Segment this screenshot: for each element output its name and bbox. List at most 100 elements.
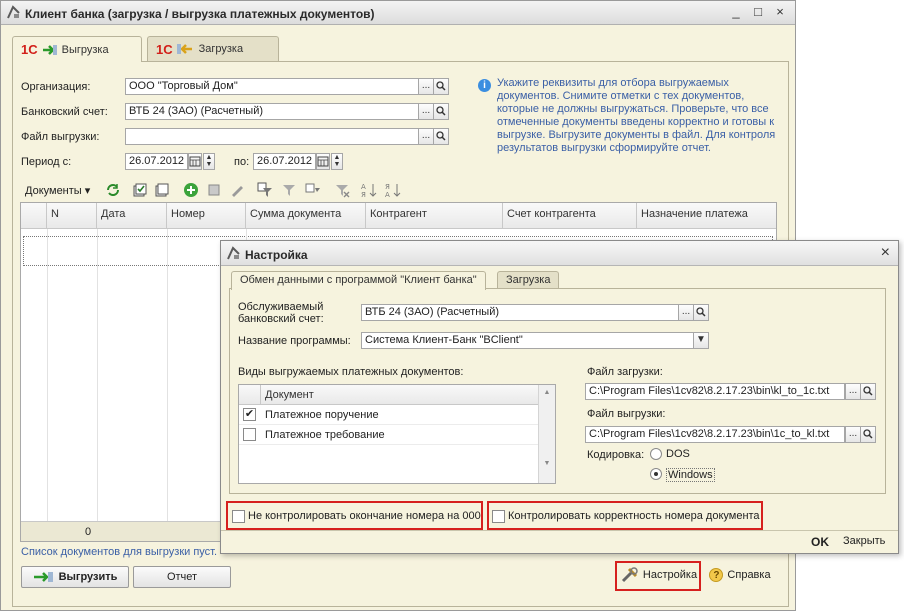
table-row[interactable]: Платежное требование [239, 425, 538, 445]
bank-account-label: Банковский счет: [21, 106, 108, 118]
served-account-label-1: Обслуживаемый [238, 301, 324, 313]
export-file-field[interactable] [125, 128, 419, 145]
table-row[interactable]: ✔ Платежное поручение [239, 405, 538, 425]
dialog-export-file-search-icon[interactable] [860, 426, 876, 443]
refresh-icon[interactable] [105, 182, 121, 198]
period-from-label: Период с: [21, 156, 72, 168]
logo-1c-icon: 1С [156, 41, 173, 57]
check-end-number-label: Не контролировать окончание номера на 00… [248, 510, 481, 522]
export-file-search-icon[interactable] [433, 128, 449, 145]
bank-account-select-button[interactable]: ... [418, 103, 434, 120]
sort-descending-icon[interactable]: ЯA [385, 182, 401, 198]
import-file-label: Файл загрузки: [587, 366, 663, 378]
dialog-export-file-field[interactable]: C:\Program Files\1cv82\8.2.17.23\bin\1c_… [585, 426, 845, 443]
doc-types-table[interactable]: Документ ▲ ▼ ✔ Платежное поручение Плате… [238, 384, 556, 484]
encoding-dos-label: DOS [666, 448, 690, 460]
column-header-counterparty-account[interactable]: Счет контрагента [503, 203, 637, 229]
doc-types-header-check [239, 385, 261, 405]
settings-highlight [615, 561, 701, 591]
calendar-icon[interactable] [316, 153, 330, 170]
column-header-purpose[interactable]: Назначение платежа [637, 203, 776, 229]
edit-icon[interactable] [229, 182, 245, 198]
dialog-title: Настройка [245, 248, 308, 262]
tab-export[interactable]: 1С Выгрузка [12, 36, 142, 62]
column-header-number[interactable]: N [47, 203, 97, 229]
svg-text:Я: Я [361, 191, 366, 198]
dialog-divider [221, 530, 898, 531]
organization-search-icon[interactable] [433, 78, 449, 95]
column-header-doc-number[interactable]: Номер [167, 203, 246, 229]
organization-field[interactable]: ООО "Торговый Дом" [125, 78, 419, 95]
filter-icon[interactable] [257, 182, 273, 198]
column-divider [167, 229, 168, 541]
check-end-number-checkbox[interactable] [232, 510, 245, 523]
column-header-check[interactable] [21, 203, 47, 229]
column-header-amount[interactable]: Сумма документа [246, 203, 366, 229]
import-file-select-button[interactable]: ... [845, 383, 861, 400]
organization-select-button[interactable]: ... [418, 78, 434, 95]
svg-text:A: A [361, 183, 366, 191]
app-icon [7, 5, 20, 19]
column-header-date[interactable]: Дата [97, 203, 167, 229]
doc-type-checkbox[interactable]: ✔ [243, 408, 256, 421]
doc-types-header-document[interactable]: Документ [261, 385, 538, 405]
sort-ascending-icon[interactable]: AЯ [361, 182, 377, 198]
tab-import[interactable]: 1С Загрузка [147, 36, 279, 61]
bank-account-search-icon[interactable] [433, 103, 449, 120]
import-file-search-icon[interactable] [860, 383, 876, 400]
chevron-down-icon: ▾ [84, 185, 91, 197]
uncheck-all-icon[interactable] [154, 182, 170, 198]
dialog-title-bar: Настройка × [221, 241, 898, 266]
doc-types-scrollbar[interactable]: ▲ ▼ [538, 385, 555, 483]
close-button[interactable]: × [773, 4, 787, 20]
filter-list-icon[interactable] [305, 182, 321, 198]
period-to-field[interactable]: 26.07.2012 [253, 153, 316, 170]
filter-value-icon[interactable] [281, 182, 297, 198]
calendar-icon[interactable] [188, 153, 202, 170]
period-from-field[interactable]: 26.07.2012 [125, 153, 188, 170]
period-to-label: по: [234, 156, 250, 168]
settings-dialog: Настройка × Обмен данными с программой "… [220, 240, 899, 554]
doc-type-checkbox[interactable] [243, 428, 256, 441]
add-icon[interactable] [183, 182, 199, 198]
report-button[interactable]: Отчет [133, 566, 231, 588]
column-header-counterparty[interactable]: Контрагент [366, 203, 503, 229]
organization-label: Организация: [21, 81, 91, 93]
chevron-down-icon[interactable]: ▼ [693, 332, 709, 349]
export-arrow-icon [42, 44, 57, 55]
maximize-button[interactable]: □ [751, 4, 765, 20]
footer-count: 0 [85, 526, 92, 538]
export-button[interactable]: Выгрузить [21, 566, 129, 588]
check-number-label: Контролировать корректность номера докум… [508, 510, 760, 522]
copy-icon[interactable] [206, 182, 222, 198]
period-to-spinner[interactable]: ▲ ▼ [331, 153, 343, 170]
minimize-button[interactable]: _ [729, 4, 743, 20]
served-account-select-button[interactable]: ... [678, 304, 694, 321]
help-button[interactable]: ? Справка [705, 564, 775, 586]
program-name-label: Название программы: [238, 335, 351, 347]
encoding-dos-radio[interactable] [650, 448, 662, 460]
info-icon: i [478, 79, 491, 92]
check-all-icon[interactable] [132, 182, 148, 198]
dialog-export-file-select-button[interactable]: ... [845, 426, 861, 443]
dialog-close-text-button[interactable]: Закрыть [843, 535, 885, 547]
served-account-search-icon[interactable] [693, 304, 709, 321]
ok-button[interactable]: OK [811, 535, 829, 549]
dialog-close-button[interactable]: × [881, 244, 890, 262]
column-divider [97, 229, 98, 541]
period-from-spinner[interactable]: ▲ ▼ [203, 153, 215, 170]
served-account-field[interactable]: ВТБ 24 (ЗАО) (Расчетный) [361, 304, 679, 321]
encoding-windows-radio[interactable] [650, 468, 662, 480]
help-icon: ? [709, 568, 724, 582]
check-number-checkbox[interactable] [492, 510, 505, 523]
app-icon [227, 246, 240, 260]
tab-client-bank-exchange[interactable]: Обмен данными с программой "Клиент банка… [231, 271, 486, 290]
program-name-field[interactable]: Система Клиент-Банк "BClient" [361, 332, 694, 349]
export-file-select-button[interactable]: ... [418, 128, 434, 145]
import-file-field[interactable]: C:\Program Files\1cv82\8.2.17.23\bin\kl_… [585, 383, 845, 400]
bank-account-field[interactable]: ВТБ 24 (ЗАО) (Расчетный) [125, 103, 419, 120]
tab-dialog-import[interactable]: Загрузка [497, 271, 560, 289]
svg-text:Я: Я [385, 183, 390, 191]
documents-menu[interactable]: Документы ▾ [25, 184, 90, 197]
filter-clear-icon[interactable] [334, 182, 350, 198]
